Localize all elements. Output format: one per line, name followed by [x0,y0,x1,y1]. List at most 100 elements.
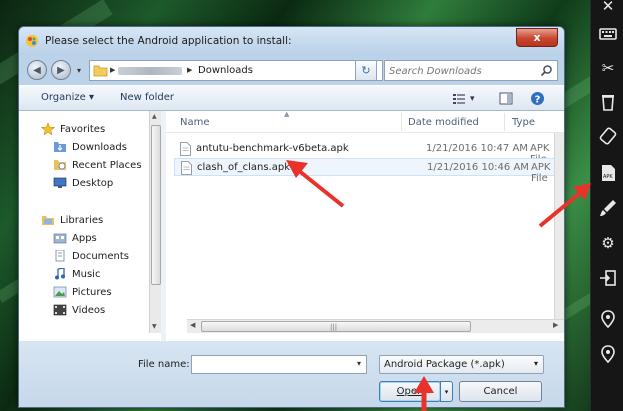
downloads-folder-icon [54,142,66,152]
apk-install-icon[interactable]: APK [596,161,620,185]
navigation-pane-scrollbar[interactable]: ▲ ▼ [149,111,161,333]
chevron-down-icon: ▾ [533,359,538,368]
apk-file-icon [181,161,192,175]
nav-item-recent-places[interactable]: Recent Places [53,157,142,173]
horizontal-scrollbar-thumb[interactable]: ||| [201,321,471,332]
sort-ascending-icon: ▲ [284,110,290,118]
apk-file-icon [180,142,191,156]
column-header-name[interactable]: Name [180,117,210,128]
music-library-icon [55,268,65,280]
nav-item-desktop[interactable]: Desktop [53,175,113,191]
location-pin-icon[interactable] [596,307,620,331]
cancel-button[interactable]: Cancel [459,381,542,402]
scissors-icon[interactable]: ✂ [596,56,620,80]
address-bar[interactable]: ▶ ▶ Downloads ▾ [89,60,383,81]
refresh-button[interactable]: ↻ [355,60,377,81]
column-header-type[interactable]: Type [512,117,535,128]
address-row: ◀ ▶ ▾ ▶ ▶ Downloads ▾ ↻ [19,55,564,85]
navigation-pane[interactable]: Favorites Downloads Recent Places Deskto… [19,111,149,333]
rotate-icon[interactable] [596,124,620,148]
file-name-input[interactable]: ▾ [191,355,367,374]
nav-item-pictures[interactable]: Pictures [53,284,112,300]
nav-item-label: Documents [72,250,130,262]
gear-icon[interactable]: ⚙ [596,231,620,255]
breadcrumb-current-folder[interactable]: Downloads [198,65,253,76]
nav-item-music[interactable]: Music [53,266,100,282]
open-options-dropdown-icon[interactable]: ▾ [440,381,453,402]
horizontal-scrollbar[interactable]: ◀ ||| ▶ [187,319,564,333]
apps-library-icon [53,233,67,244]
location-pin-icon[interactable] [596,342,620,366]
emulator-toolbar: ✕ ✂ APK ⚙ [590,0,623,411]
browser-area: Favorites Downloads Recent Places Deskto… [19,110,564,341]
breadcrumb-chevron-icon: ▶ [110,66,116,74]
file-name-dropdown-icon[interactable]: ▾ [357,359,361,368]
close-icon[interactable]: ✕ [596,0,620,18]
search-box[interactable] [384,60,558,81]
file-type-filter[interactable]: Android Package (*.apk) ▾ [379,355,544,374]
nav-favorites[interactable]: Favorites [41,121,105,137]
file-list[interactable]: ▲ Name Date modified Type antutu-benchma… [166,110,564,333]
file-name-label: File name: [138,359,190,370]
refresh-icon: ↻ [361,64,371,77]
file-name: antutu-benchmark-v6beta.apk [196,143,349,154]
nav-item-videos[interactable]: Videos [53,302,105,318]
file-type-filter-value: Android Package (*.apk) [384,359,505,370]
nav-item-label: Desktop [72,177,114,189]
view-list-icon [453,93,465,104]
blurred-path-segment [118,67,182,75]
file-row[interactable]: antutu-benchmark-v6beta.apk 1/21/2016 10… [174,140,560,165]
breadcrumb-chevron-icon: ▶ [187,66,193,74]
help-button[interactable]: ? [530,90,545,107]
search-icon[interactable] [540,64,553,77]
nav-item-label: Music [72,268,101,280]
scroll-up-icon[interactable]: ▲ [152,113,157,120]
scroll-down-icon[interactable]: ▼ [152,323,157,330]
nav-item-documents[interactable]: Documents [53,248,129,264]
nav-libraries-label: Libraries [60,214,104,226]
file-date: 1/21/2016 10:46 AM [427,162,529,173]
change-view-button[interactable]: ▾ [452,90,475,107]
preview-pane-icon [499,92,513,105]
close-icon: x [533,31,541,44]
preview-pane-button[interactable] [499,90,513,107]
import-icon[interactable] [596,266,620,290]
scroll-right-icon[interactable]: ▶ [553,321,558,329]
documents-library-icon [55,250,65,262]
libraries-icon [42,216,54,225]
help-icon: ? [531,92,544,105]
file-row[interactable]: clash_of_clans.apk 1/21/2016 10:46 AM AP… [174,158,560,184]
nav-item-apps[interactable]: Apps [53,230,97,246]
nav-item-downloads[interactable]: Downloads [53,139,127,155]
nav-item-label: Apps [72,232,97,244]
window-title: Please select the Android application to… [45,35,292,47]
nav-item-label: Videos [72,304,106,316]
nav-item-label: Recent Places [72,159,142,171]
new-folder-button[interactable]: New folder [120,92,174,103]
close-button[interactable]: x [516,28,558,47]
view-dropdown-icon: ▾ [470,93,475,104]
star-icon [41,123,55,135]
back-arrow-icon: ◀ [33,64,41,76]
column-header-row: ▲ Name Date modified Type [166,110,564,133]
forward-button[interactable]: ▶ [51,60,71,80]
scroll-left-icon[interactable]: ◀ [190,321,195,329]
file-list-scrollbar[interactable] [554,133,564,333]
title-bar: Please select the Android application to… [19,27,564,55]
folder-icon [93,65,108,77]
column-header-date-modified[interactable]: Date modified [408,117,479,128]
trash-icon[interactable] [596,90,620,114]
open-button[interactable]: Open ▾ [379,381,453,402]
videos-library-icon [53,304,67,316]
organize-button[interactable]: Organize ▾ [41,92,94,103]
brush-icon[interactable] [596,196,620,220]
recent-locations-dropdown-icon[interactable]: ▾ [77,66,81,75]
nav-libraries[interactable]: Libraries [41,212,103,228]
dialog-footer: File name: ▾ Android Package (*.apk) ▾ O… [19,341,564,407]
back-button[interactable]: ◀ [27,60,47,80]
keyboard-icon[interactable] [596,22,620,46]
desktop-icon [53,177,67,188]
scrollbar-thumb[interactable] [151,125,161,285]
search-input[interactable] [389,64,534,78]
open-button-label: Open [396,386,424,397]
